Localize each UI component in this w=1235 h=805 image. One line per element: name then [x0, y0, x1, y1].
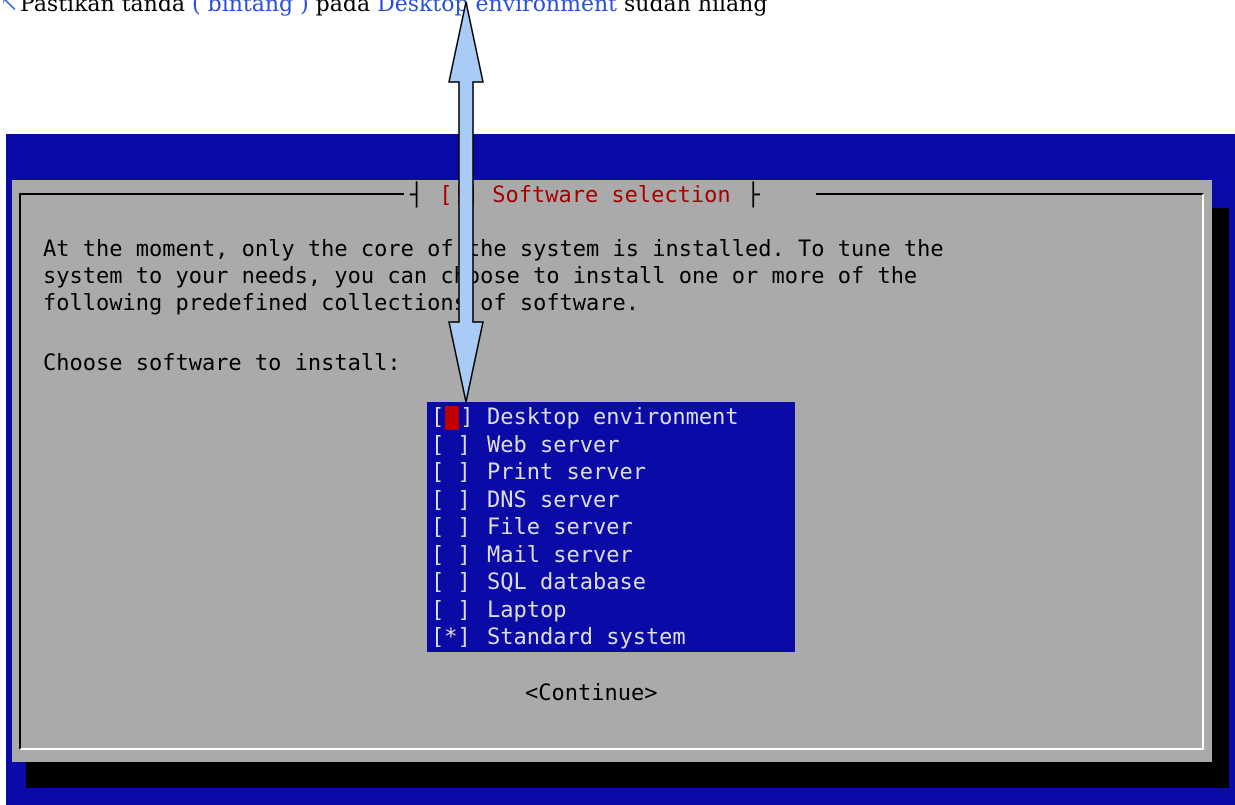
list-item-desktop-environment[interactable]: [] Desktop environment — [427, 404, 795, 432]
selection-cursor — [445, 405, 460, 430]
list-item-laptop[interactable]: [ ] Laptop — [427, 597, 795, 625]
item-label: Print server — [487, 460, 646, 486]
checkbox[interactable]: [ ] — [431, 433, 487, 458]
caption-middle: pada — [308, 0, 378, 17]
item-label: Desktop environment — [487, 405, 739, 431]
software-list[interactable]: [] Desktop environment [ ] Web server [ ] P… — [427, 402, 795, 652]
caption-prefix: Pastikan tanda — [20, 0, 193, 17]
caption-star: ( bintang ) — [192, 0, 309, 17]
checkbox[interactable]: [ ] — [431, 460, 487, 485]
list-item-web-server[interactable]: [ ] Web server — [427, 432, 795, 460]
item-label: DNS server — [487, 487, 620, 513]
dialog-title: ┤ [!] Software selection ├ — [404, 181, 816, 209]
checkbox[interactable]: [ ] — [431, 570, 487, 595]
list-item-dns-server[interactable]: [ ] DNS server — [427, 487, 795, 515]
checkbox[interactable]: [*] — [431, 625, 487, 650]
list-item-sql-database[interactable]: [ ] SQL database — [427, 569, 795, 597]
caption-suffix: sudah hilang — [617, 0, 768, 17]
description-line: At the moment, only the core of the syst… — [43, 237, 944, 262]
checkbox[interactable]: [ ] — [431, 488, 487, 513]
description-line: following predefined collections of soft… — [43, 291, 640, 316]
checkbox[interactable]: [] — [431, 405, 487, 430]
note-icon: ↖ — [0, 0, 19, 17]
item-label: Mail server — [487, 542, 633, 568]
description-line: system to your needs, you can choose to … — [43, 264, 918, 289]
list-item-standard-system[interactable]: [*] Standard system — [427, 624, 795, 652]
choose-software-prompt: Choose software to install: — [43, 351, 401, 376]
item-label: Laptop — [487, 597, 567, 623]
item-label: SQL database — [487, 570, 646, 596]
continue-button[interactable]: <Continue> — [525, 681, 657, 706]
checkbox[interactable]: [ ] — [431, 598, 487, 623]
checkbox[interactable]: [ ] — [431, 543, 487, 568]
caption-target: Desktop environment — [377, 0, 617, 17]
item-label: Standard system — [487, 625, 686, 651]
list-item-mail-server[interactable]: [ ] Mail server — [427, 542, 795, 570]
item-label: File server — [487, 515, 633, 541]
list-item-print-server[interactable]: [ ] Print server — [427, 459, 795, 487]
item-label: Web server — [487, 432, 620, 458]
dialog-title-label: [!] Software selection — [439, 182, 731, 208]
dialog-description: At the moment, only the core of the syst… — [43, 236, 944, 317]
instruction-caption: ↖Pastikan tanda ( bintang ) pada Desktop… — [0, 0, 767, 20]
checkbox[interactable]: [ ] — [431, 515, 487, 540]
list-item-file-server[interactable]: [ ] File server — [427, 514, 795, 542]
